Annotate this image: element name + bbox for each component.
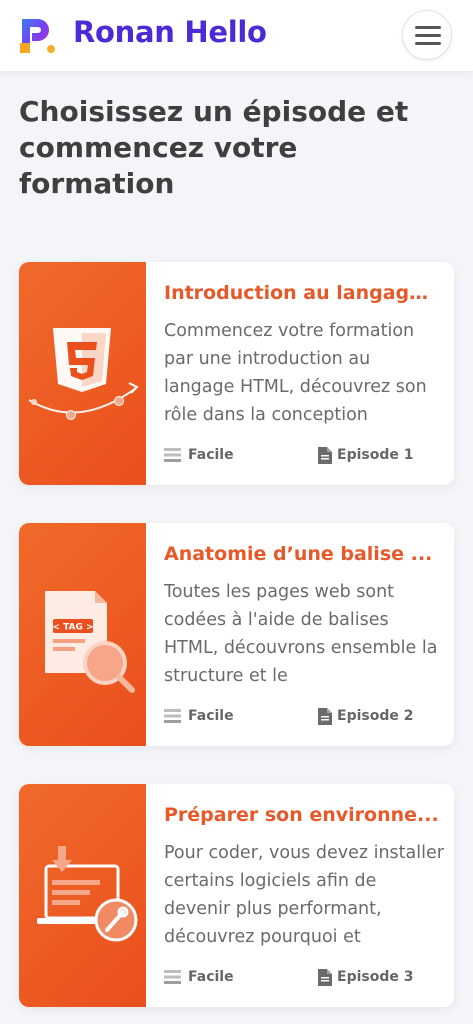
tag-document-search-icon: < TAG > <box>45 591 135 693</box>
difficulty-level: Facile <box>164 708 264 726</box>
episode-description: Commencez votre formation par une introd… <box>164 321 427 425</box>
logo-r-icon[interactable] <box>18 17 58 55</box>
episode-label: Episode 3 <box>337 969 414 985</box>
svg-text:< TAG >: < TAG > <box>52 623 93 633</box>
episode-thumbnail <box>19 262 146 485</box>
episode-card[interactable]: Introduction au langage... Commencez vot… <box>19 262 454 485</box>
episode-description: Toutes les pages web sont codées à l'aid… <box>164 582 438 686</box>
episode-title[interactable]: Préparer son environne... <box>164 804 439 826</box>
difficulty-label: Facile <box>188 708 234 724</box>
episode-number: Episode 1 <box>318 447 428 465</box>
difficulty-level: Facile <box>164 447 264 465</box>
laptop-download-wrench-icon <box>37 846 138 942</box>
difficulty-label: Facile <box>188 969 234 985</box>
episode-label: Episode 2 <box>337 708 414 724</box>
episode-title[interactable]: Introduction au langage... <box>164 282 439 304</box>
episode-description: Pour coder, vous devez installer certain… <box>164 843 444 947</box>
level-bars-icon <box>164 448 181 462</box>
difficulty-label: Facile <box>188 447 234 463</box>
hamburger-line <box>415 42 441 45</box>
episode-thumbnail <box>19 784 146 1007</box>
document-icon <box>318 969 332 986</box>
hamburger-line <box>415 34 441 37</box>
hamburger-menu-icon <box>415 26 441 29</box>
document-icon <box>318 447 332 464</box>
level-bars-icon <box>164 970 181 984</box>
episode-title[interactable]: Anatomie d’une balise ... <box>164 543 439 565</box>
difficulty-level: Facile <box>164 969 264 987</box>
level-bars-icon <box>164 709 181 723</box>
page-title: Choisissez un épisode et commencez votre… <box>19 95 409 200</box>
html5-icon <box>28 328 139 420</box>
brand-name[interactable]: Ronan Hello <box>73 15 267 49</box>
episode-number: Episode 3 <box>318 969 428 987</box>
episode-card[interactable]: < TAG > Anatomie d’une balise ... Toutes… <box>19 523 454 746</box>
menu-button[interactable] <box>402 10 452 60</box>
episode-number: Episode 2 <box>318 708 428 726</box>
episode-thumbnail: < TAG > <box>19 523 146 746</box>
episode-label: Episode 1 <box>337 447 414 463</box>
top-navbar: Ronan Hello <box>0 0 473 71</box>
episode-card[interactable]: Préparer son environne... Pour coder, vo… <box>19 784 454 1007</box>
document-icon <box>318 708 332 725</box>
